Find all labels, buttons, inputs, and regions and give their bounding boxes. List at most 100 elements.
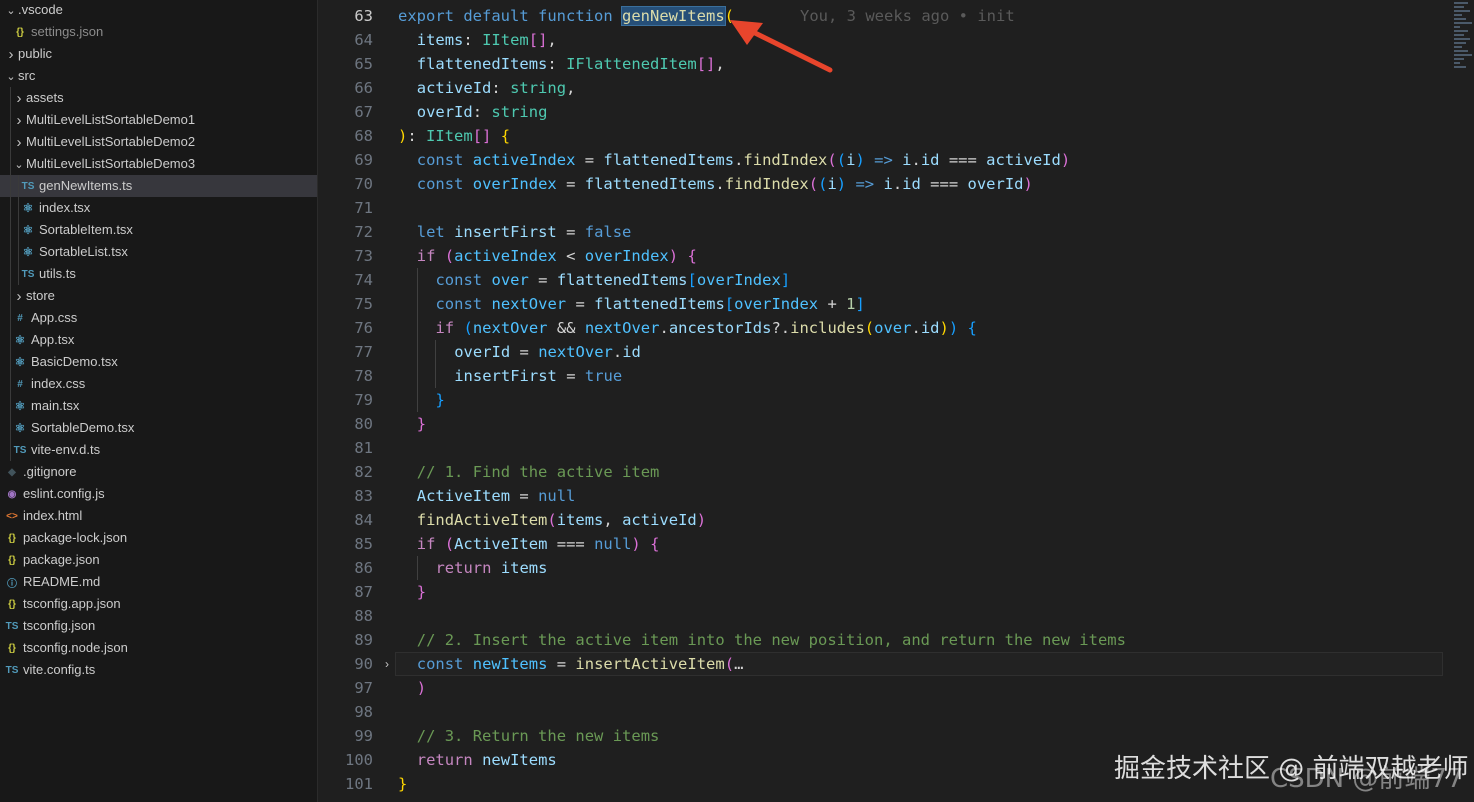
explorer-folder[interactable]: › store	[0, 285, 317, 307]
code-line[interactable]: return newItems	[417, 748, 557, 772]
code-token: string	[491, 103, 548, 121]
explorer-file[interactable]: ⚛ App.tsx	[0, 329, 317, 351]
code-line[interactable]: if (nextOver && nextOver.ancestorIds?.in…	[435, 316, 976, 340]
code-indent-guide	[416, 556, 418, 580]
code-line[interactable]: flattenedItems: IFlattenedItem[],	[417, 52, 725, 76]
code-token: )	[1060, 151, 1071, 169]
explorer-folder[interactable]: ⌄ src	[0, 65, 317, 87]
code-token: id	[622, 343, 641, 361]
code-token: (	[864, 319, 875, 337]
explorer-file[interactable]: # index.css	[0, 373, 317, 395]
code-line[interactable]: // 2. Insert the active item into the ne…	[417, 628, 1126, 652]
chevron-right-icon[interactable]: ›	[12, 285, 26, 307]
explorer-folder[interactable]: ⌄ .vscode	[0, 0, 317, 21]
chevron-right-icon[interactable]: ›	[12, 109, 26, 131]
chevron-down-icon[interactable]: ⌄	[4, 65, 18, 87]
explorer-folder[interactable]: › MultiLevelListSortableDemo1	[0, 109, 317, 131]
fold-chevron-icon[interactable]: ›	[381, 652, 393, 676]
explorer-file[interactable]: {} package-lock.json	[0, 527, 317, 549]
code-token: )	[1023, 175, 1033, 193]
code-line[interactable]: }	[417, 580, 426, 604]
explorer-folder[interactable]: › public	[0, 43, 317, 65]
explorer-folder[interactable]: › MultiLevelListSortableDemo2	[0, 131, 317, 153]
typescript-icon: TS	[5, 664, 19, 676]
explorer-file[interactable]: TS vite.config.ts	[0, 659, 317, 681]
explorer-file[interactable]: TS utils.ts	[0, 263, 317, 285]
code-line[interactable]: if (ActiveItem === null) {	[417, 532, 660, 556]
explorer-file[interactable]: ⓘ README.md	[0, 571, 317, 593]
code-token: []	[528, 31, 548, 49]
code-line[interactable]: }	[435, 388, 444, 412]
code-line[interactable]: // 1. Find the active item	[417, 460, 660, 484]
code-line[interactable]: insertFirst = true	[454, 364, 622, 388]
line-number: 81	[354, 439, 373, 457]
code-line[interactable]: const over = flattenedItems[overIndex]	[435, 268, 790, 292]
explorer-file[interactable]: {} tsconfig.app.json	[0, 593, 317, 615]
minimap-line	[1454, 42, 1466, 44]
code-line[interactable]: }	[398, 772, 407, 796]
tree-indent-guide	[18, 175, 19, 285]
minimap-line	[1454, 58, 1464, 60]
explorer-file[interactable]: ⚛ BasicDemo.tsx	[0, 351, 317, 373]
code-editor[interactable]: 63 64 65 66 67 68 69 70 71 72 73 74 75 76 77 78 79 80 81 82…	[319, 0, 1474, 802]
explorer-file[interactable]: {} tsconfig.node.json	[0, 637, 317, 659]
explorer-file[interactable]: <> index.html	[0, 505, 317, 527]
explorer-file[interactable]: ⚛ SortableList.tsx	[0, 241, 317, 263]
explorer-file[interactable]: ◉ eslint.config.js	[0, 483, 317, 505]
explorer-file[interactable]: ◆ .gitignore	[0, 461, 317, 483]
chevron-right-icon[interactable]: ›	[4, 43, 18, 65]
explorer-sidebar: ⌄ .vscode{} settings.json › public ⌄ src › asset…	[0, 0, 318, 802]
code-token: overId	[967, 175, 1024, 193]
code-token: flattenedItems	[416, 55, 548, 73]
explorer-folder[interactable]: ⌄ MultiLevelListSortableDemo3	[0, 153, 317, 175]
code-line[interactable]: export default function genNewItems(You,…	[398, 4, 1015, 28]
code-line[interactable]: // 3. Return the new items	[417, 724, 660, 748]
code-line[interactable]: activeId: string,	[417, 76, 576, 100]
explorer-file[interactable]: {} package.json	[0, 549, 317, 571]
chevron-down-icon[interactable]: ⌄	[12, 153, 26, 175]
code-token: )	[696, 511, 707, 529]
explorer-item-label: public	[18, 46, 52, 61]
chevron-down-icon[interactable]: ⌄	[4, 0, 18, 21]
code-token: if	[435, 319, 455, 337]
code-line[interactable]: overId: string	[417, 100, 548, 124]
code-line[interactable]: const activeIndex = flattenedItems.findI…	[417, 148, 1070, 172]
code-token: (	[808, 175, 819, 193]
code-line[interactable]: ActiveItem = null	[417, 484, 576, 508]
chevron-right-icon[interactable]: ›	[12, 87, 26, 109]
code-line[interactable]: )	[417, 676, 426, 700]
explorer-file[interactable]: ⚛ SortableItem.tsx	[0, 219, 317, 241]
explorer-file[interactable]: TS tsconfig.json	[0, 615, 317, 637]
code-token: {	[967, 319, 977, 337]
explorer-file[interactable]: ⚛ index.tsx	[0, 197, 317, 219]
explorer-file[interactable]: TS genNewItems.ts	[0, 175, 317, 197]
minimap[interactable]	[1452, 0, 1474, 70]
code-line[interactable]: ): IItem[] {	[398, 124, 510, 148]
code-line[interactable]: findActiveItem(items, activeId)	[417, 508, 706, 532]
code-line[interactable]: if (activeIndex < overIndex) {	[417, 244, 697, 268]
code-line[interactable]: const nextOver = flattenedItems[overInde…	[435, 292, 864, 316]
json-icon: {}	[8, 532, 16, 544]
explorer-file[interactable]: ⚛ main.tsx	[0, 395, 317, 417]
code-line[interactable]: }	[417, 412, 426, 436]
explorer-file[interactable]: {} settings.json	[0, 21, 317, 43]
code-token: IItem	[426, 127, 473, 145]
arrow-shaft	[744, 26, 833, 73]
code-line[interactable]: const newItems = insertActiveItem(…	[417, 652, 744, 676]
explorer-folder[interactable]: › assets	[0, 87, 317, 109]
code-token: ,	[715, 55, 725, 73]
code-line[interactable]: let insertFirst = false	[417, 220, 632, 244]
code-line[interactable]: overId = nextOver.id	[454, 340, 641, 364]
code-line[interactable]: return items	[435, 556, 547, 580]
line-number: 72	[354, 223, 373, 241]
code-line[interactable]: const overIndex = flattenedItems.findInd…	[417, 172, 1033, 196]
chevron-right-icon[interactable]: ›	[12, 131, 26, 153]
code-indent-guide	[416, 268, 418, 292]
explorer-file[interactable]: # App.css	[0, 307, 317, 329]
explorer-file[interactable]: ⚛ SortableDemo.tsx	[0, 417, 317, 439]
code-line[interactable]: items: IItem[],	[417, 28, 557, 52]
line-number: 76	[354, 319, 373, 337]
explorer-file[interactable]: TS vite-env.d.ts	[0, 439, 317, 461]
